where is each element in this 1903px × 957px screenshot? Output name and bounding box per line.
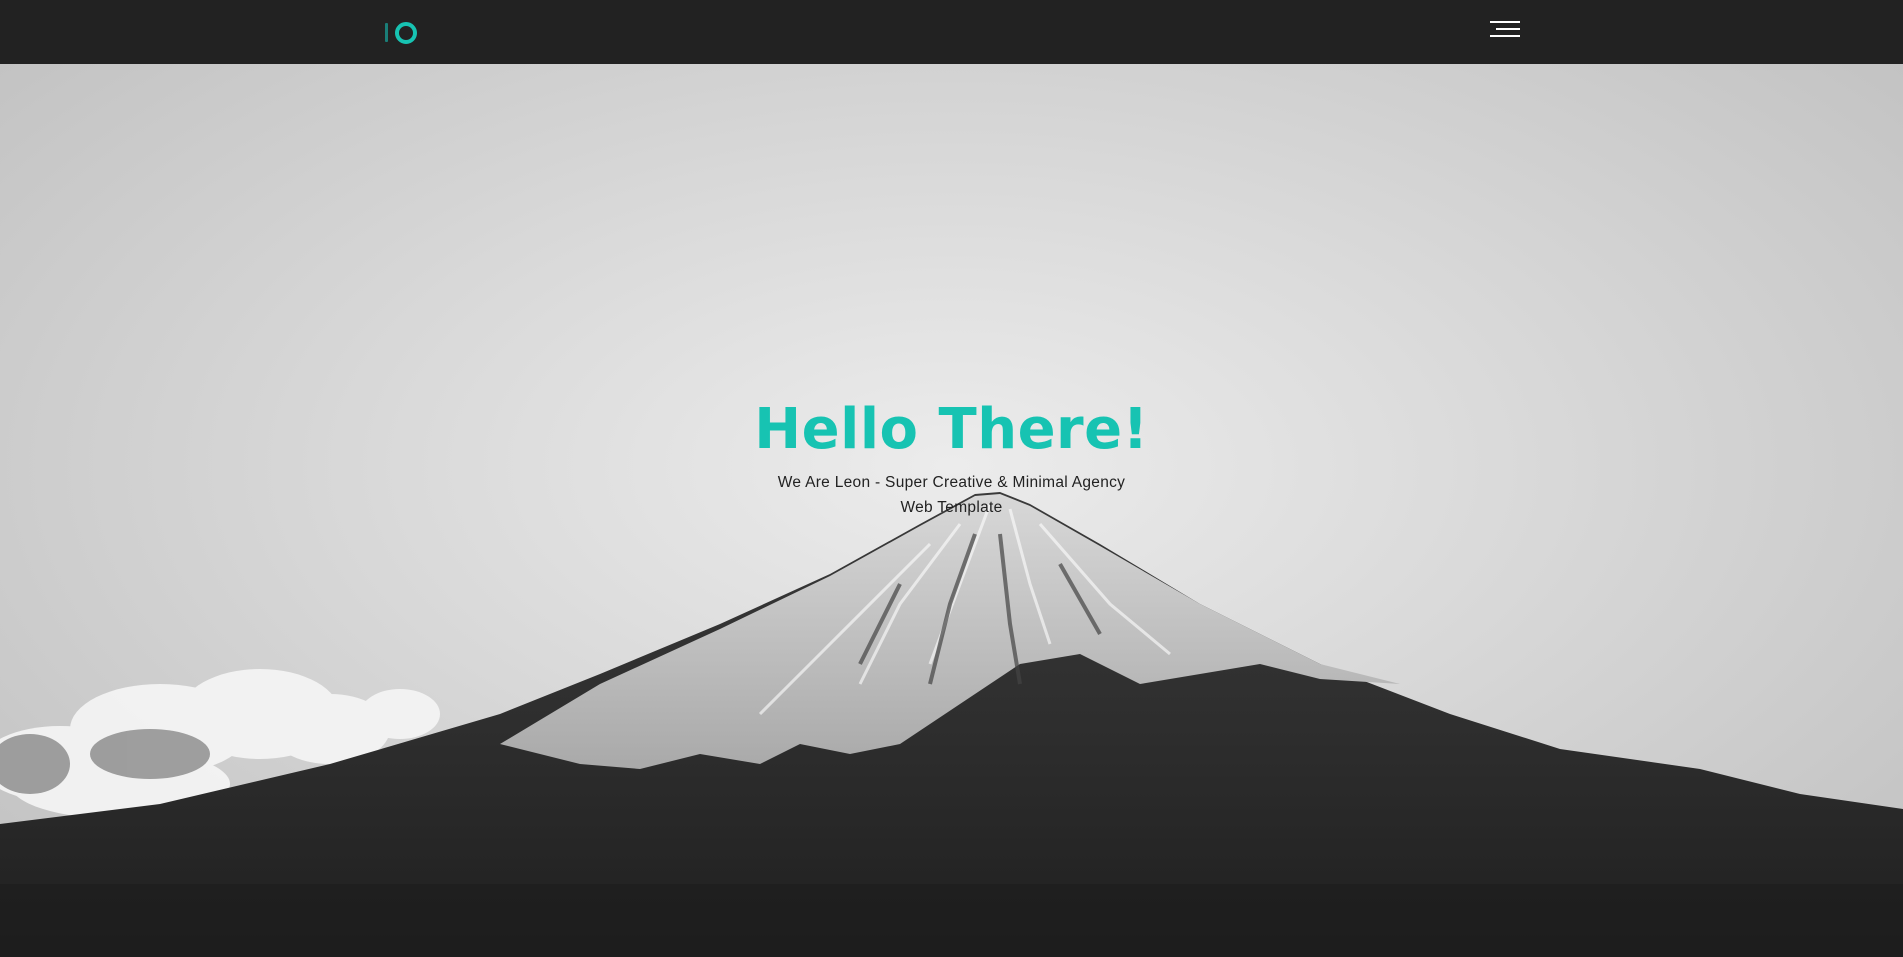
menu-line-top <box>1490 21 1520 23</box>
navbar <box>0 0 1903 64</box>
hero-title: Hello There! <box>754 397 1149 462</box>
logo-bar-mark <box>385 23 388 42</box>
logo-ring-mark <box>395 22 417 44</box>
hero-section: Hello There! We Are Leon - Super Creativ… <box>0 64 1903 957</box>
menu-line-bottom <box>1490 35 1520 37</box>
hero-subtitle: We Are Leon - Super Creative & Minimal A… <box>777 474 1126 516</box>
hero-content: Hello There! We Are Leon - Super Creativ… <box>0 398 1903 520</box>
logo-icon[interactable] <box>383 20 419 46</box>
menu-line-middle <box>1496 28 1520 30</box>
hamburger-menu-icon[interactable] <box>1488 18 1522 42</box>
